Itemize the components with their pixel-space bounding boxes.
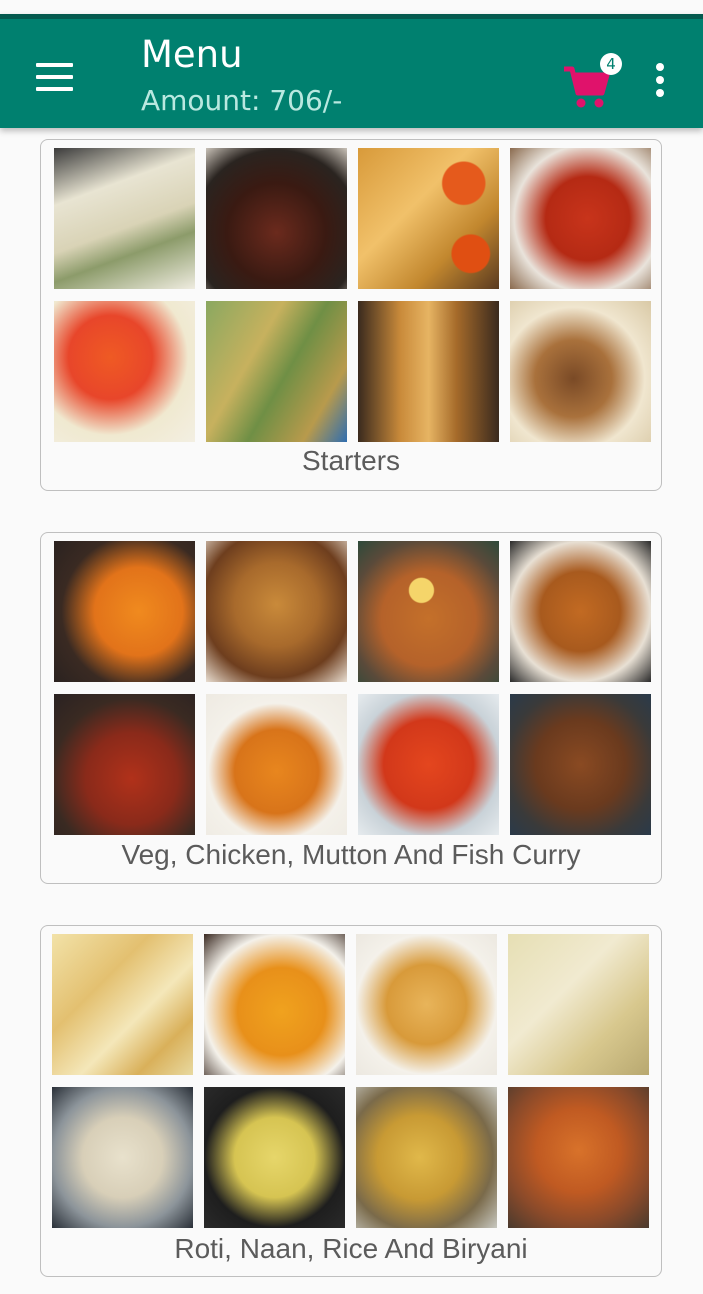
dish-thumbnail <box>54 694 195 835</box>
dish-thumbnail <box>358 301 499 442</box>
app-bar: Menu Amount: 706/- 4 <box>0 14 703 128</box>
dish-thumbnail <box>356 1087 497 1228</box>
dish-thumbnail <box>206 148 347 289</box>
category-label: Starters <box>301 445 401 476</box>
dish-thumbnail <box>54 301 195 442</box>
dish-thumbnail <box>510 541 651 682</box>
category-label: Veg, Chicken, Mutton And Fish Curry <box>121 839 581 870</box>
thumbnail-grid <box>52 934 652 1228</box>
dish-thumbnail <box>358 694 499 835</box>
thumbnail-grid <box>54 541 651 835</box>
dish-thumbnail <box>508 934 649 1075</box>
dish-thumbnail <box>204 934 345 1075</box>
category-label: Roti, Naan, Rice And Biryani <box>174 1233 528 1264</box>
dish-thumbnail <box>54 541 195 682</box>
category-card-starters[interactable]: Starters <box>40 139 662 491</box>
dish-thumbnail <box>358 541 499 682</box>
menu-icon[interactable] <box>26 55 82 101</box>
dish-thumbnail <box>54 148 195 289</box>
category-card-curry[interactable]: Veg, Chicken, Mutton And Fish Curry <box>40 532 662 884</box>
dish-thumbnail <box>204 1087 345 1228</box>
dish-thumbnail <box>510 148 651 289</box>
dish-thumbnail <box>510 301 651 442</box>
dish-thumbnail <box>358 148 499 289</box>
dish-thumbnail <box>508 1087 649 1228</box>
dish-thumbnail <box>52 934 193 1075</box>
more-vert-icon[interactable] <box>646 59 674 105</box>
page-title: Menu <box>141 33 243 76</box>
cart-count-badge: 4 <box>600 53 622 75</box>
dish-thumbnail <box>52 1087 193 1228</box>
dish-thumbnail <box>206 694 347 835</box>
thumbnail-grid <box>54 148 651 442</box>
dish-thumbnail <box>206 541 347 682</box>
category-card-roti-rice[interactable]: Roti, Naan, Rice And Biryani <box>40 925 662 1277</box>
cart-button[interactable]: 4 <box>562 53 622 109</box>
dish-thumbnail <box>356 934 497 1075</box>
dish-thumbnail <box>206 301 347 442</box>
dish-thumbnail <box>510 694 651 835</box>
amount-label: Amount: 706/- <box>141 84 343 117</box>
status-strip <box>0 0 703 14</box>
